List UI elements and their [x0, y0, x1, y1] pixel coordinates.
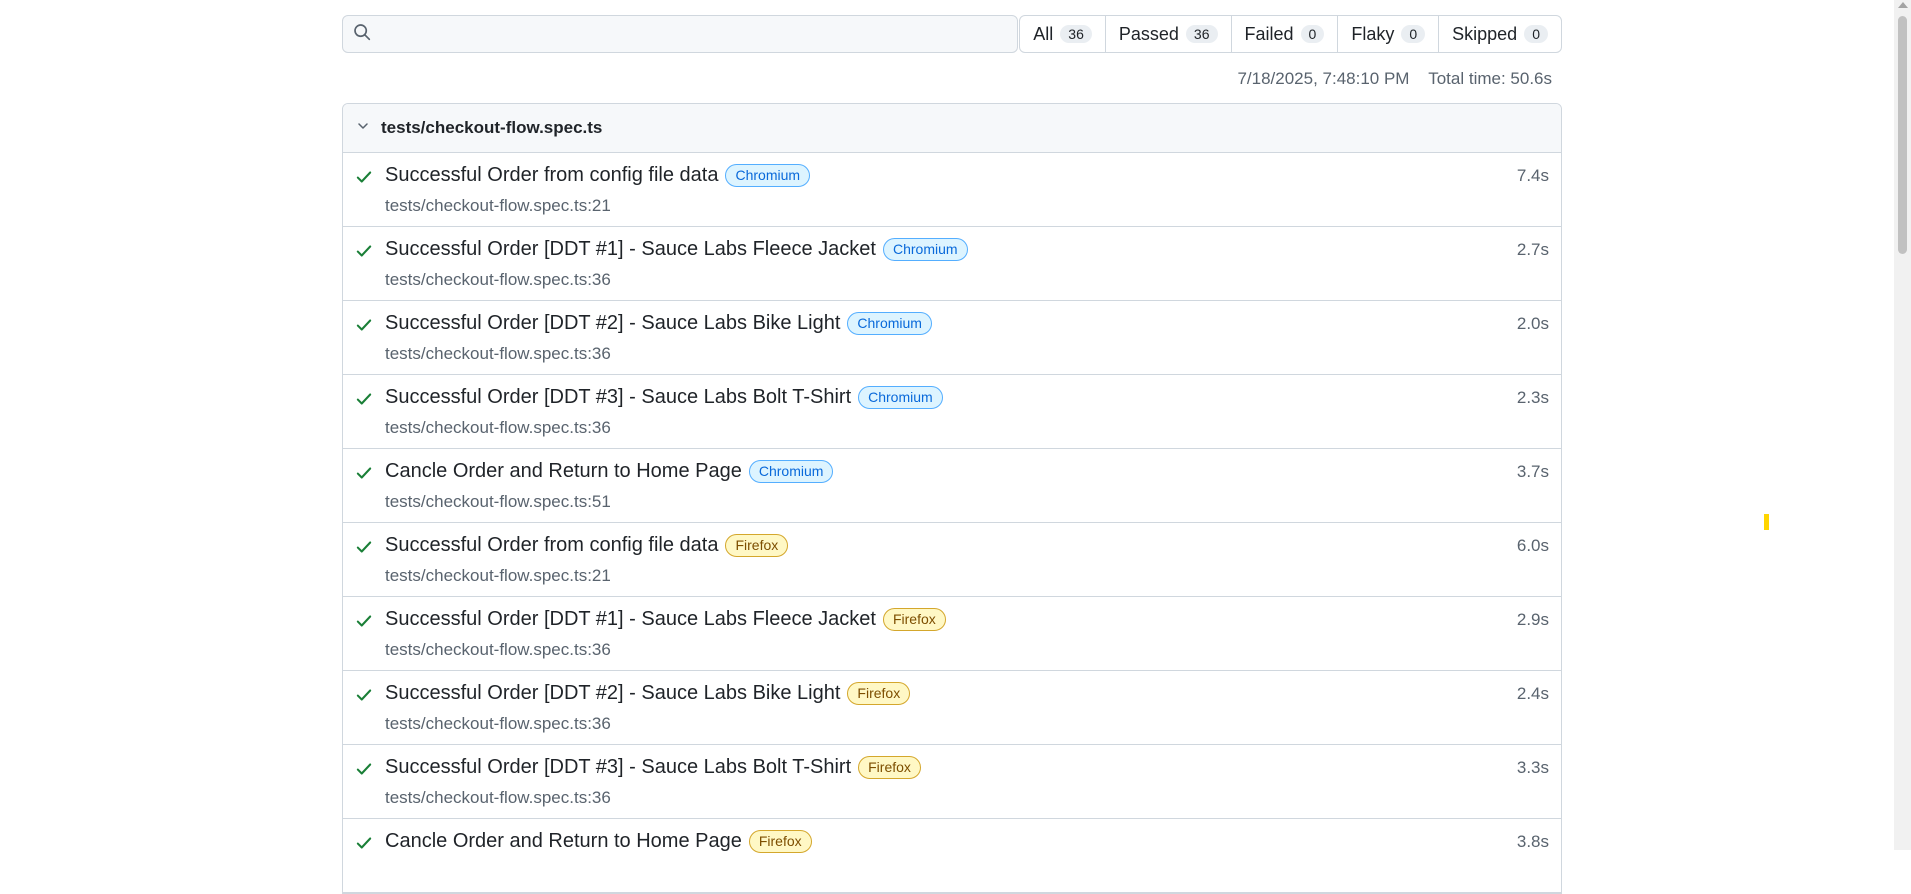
check-icon	[355, 760, 373, 778]
test-location: tests/checkout-flow.spec.ts:36	[385, 788, 611, 807]
filter-label: Skipped	[1452, 23, 1518, 44]
test-duration: 2.3s	[1516, 388, 1549, 407]
project-tag[interactable]: Chromium	[725, 164, 811, 187]
filter-label: Failed	[1244, 23, 1294, 44]
filter-count: 0	[1300, 25, 1325, 43]
test-duration: 2.7s	[1516, 240, 1549, 259]
test-duration: 3.8s	[1516, 832, 1549, 851]
test-row[interactable]: Cancle Order and Return to Home Page Chro…	[343, 449, 1561, 523]
test-duration: 6.0s	[1516, 536, 1549, 555]
test-title[interactable]: Successful Order [DDT #3] - Sauce Labs B…	[385, 756, 851, 779]
filter-label: All	[1033, 23, 1054, 44]
test-duration: 7.4s	[1516, 166, 1549, 185]
test-row[interactable]: Successful Order [DDT #1] - Sauce Labs F…	[343, 597, 1561, 671]
project-tag[interactable]: Chromium	[882, 238, 968, 261]
test-file-group: tests/checkout-flow.spec.ts Successful O…	[342, 103, 1562, 894]
vertical-scrollbar[interactable]	[1894, 0, 1911, 850]
file-header[interactable]: tests/checkout-flow.spec.ts	[343, 104, 1561, 153]
test-title-line: Successful Order [DDT #2] - Sauce Labs B…	[385, 682, 911, 705]
check-icon	[355, 316, 373, 334]
test-row[interactable]: Successful Order [DDT #3] - Sauce Labs B…	[343, 375, 1561, 449]
search-input[interactable]	[379, 15, 1017, 53]
check-icon	[355, 612, 373, 630]
test-location: tests/checkout-flow.spec.ts:36	[385, 714, 611, 733]
project-tag[interactable]: Firefox	[882, 608, 946, 631]
highlight-marker	[1764, 514, 1769, 530]
check-icon	[355, 390, 373, 408]
test-title[interactable]: Successful Order from config file data	[385, 164, 718, 187]
test-duration: 3.7s	[1516, 462, 1549, 481]
filter-label: Flaky	[1351, 23, 1395, 44]
test-title-line: Successful Order [DDT #1] - Sauce Labs F…	[385, 238, 968, 261]
test-row[interactable]: Cancle Order and Return to Home Page Fire…	[343, 819, 1561, 893]
test-row[interactable]: Successful Order [DDT #3] - Sauce Labs B…	[343, 745, 1561, 819]
search-icon	[353, 23, 371, 46]
total-time: Total time: 50.6s	[1428, 69, 1552, 88]
project-tag[interactable]: Chromium	[748, 460, 834, 483]
test-location: tests/checkout-flow.spec.ts:36	[385, 640, 611, 659]
test-location: tests/checkout-flow.spec.ts:21	[385, 196, 611, 215]
project-tag[interactable]: Chromium	[858, 386, 943, 409]
filter-all[interactable]: All 36	[1020, 16, 1105, 52]
check-icon	[355, 538, 373, 556]
check-icon	[355, 464, 373, 482]
filter-count: 36	[1185, 25, 1218, 43]
test-title[interactable]: Successful Order [DDT #2] - Sauce Labs B…	[385, 312, 840, 335]
test-duration: 2.9s	[1516, 610, 1549, 629]
check-icon	[355, 242, 373, 260]
search-box[interactable]	[342, 15, 1018, 53]
test-location: tests/checkout-flow.spec.ts:36	[385, 344, 611, 363]
test-duration: 2.4s	[1516, 684, 1549, 703]
run-timestamp: 7/18/2025, 7:48:10 PM	[1237, 69, 1410, 88]
check-icon	[355, 686, 373, 704]
run-metadata: 7/18/2025, 7:48:10 PM Total time: 50.6s	[342, 69, 1562, 89]
filter-count: 0	[1524, 25, 1548, 43]
test-title[interactable]: Successful Order [DDT #3] - Sauce Labs B…	[385, 386, 851, 409]
test-location: tests/checkout-flow.spec.ts:51	[385, 492, 611, 511]
test-row[interactable]: Successful Order [DDT #2] - Sauce Labs B…	[343, 671, 1561, 745]
file-title: tests/checkout-flow.spec.ts	[381, 118, 603, 137]
test-title-line: Successful Order [DDT #2] - Sauce Labs B…	[385, 312, 932, 335]
test-row[interactable]: Successful Order from config file data Fi…	[343, 523, 1561, 597]
test-duration: 2.0s	[1516, 314, 1549, 333]
status-filters: All 36 Passed 36 Failed 0 Flaky 0 Skipped 0	[1019, 15, 1562, 53]
report-container: All 36 Passed 36 Failed 0 Flaky 0 Skipped 0 7…	[342, 14, 1562, 894]
check-icon	[355, 834, 373, 852]
test-list: Successful Order from config file data Ch…	[343, 153, 1561, 893]
test-row[interactable]: Successful Order [DDT #1] - Sauce Labs F…	[343, 227, 1561, 301]
project-tag[interactable]: Chromium	[847, 312, 932, 335]
test-title[interactable]: Successful Order [DDT #1] - Sauce Labs F…	[385, 238, 876, 261]
test-location: tests/checkout-flow.spec.ts:36	[385, 270, 611, 289]
toolbar: All 36 Passed 36 Failed 0 Flaky 0 Skipped 0	[342, 14, 1562, 54]
test-row[interactable]: Successful Order from config file data Ch…	[343, 153, 1561, 227]
scrollbar-thumb[interactable]	[1898, 16, 1907, 254]
test-title-line: Successful Order [DDT #1] - Sauce Labs F…	[385, 608, 946, 631]
chevron-down-icon[interactable]	[355, 118, 371, 139]
project-tag[interactable]: Firefox	[725, 534, 789, 557]
project-tag[interactable]: Firefox	[847, 682, 911, 705]
test-title-line: Successful Order from config file data Ch…	[385, 164, 811, 187]
filter-passed[interactable]: Passed 36	[1104, 16, 1231, 52]
scroll-up-arrow-icon[interactable]	[1898, 2, 1908, 8]
test-row[interactable]: Successful Order [DDT #2] - Sauce Labs B…	[343, 301, 1561, 375]
filter-failed[interactable]: Failed 0	[1230, 16, 1338, 52]
test-location: tests/checkout-flow.spec.ts:36	[385, 418, 611, 437]
test-title-line: Successful Order from config file data Fi…	[385, 534, 789, 557]
project-tag[interactable]: Firefox	[858, 756, 921, 779]
test-title-line: Successful Order [DDT #3] - Sauce Labs B…	[385, 756, 921, 779]
test-location: tests/checkout-flow.spec.ts:21	[385, 566, 611, 585]
filter-skipped[interactable]: Skipped 0	[1438, 16, 1561, 52]
test-title[interactable]: Successful Order [DDT #2] - Sauce Labs B…	[385, 682, 840, 705]
test-title[interactable]: Successful Order [DDT #1] - Sauce Labs F…	[385, 608, 876, 631]
check-icon	[355, 168, 373, 186]
filter-label: Passed	[1118, 23, 1179, 44]
test-title-line: Successful Order [DDT #3] - Sauce Labs B…	[385, 386, 943, 409]
filter-count: 0	[1401, 25, 1426, 43]
test-title-line: Cancle Order and Return to Home Page Chro…	[385, 460, 834, 483]
test-duration: 3.3s	[1516, 758, 1549, 777]
filter-count: 36	[1060, 25, 1092, 43]
test-title[interactable]: Cancle Order and Return to Home Page	[385, 460, 742, 483]
filter-flaky[interactable]: Flaky 0	[1337, 16, 1438, 52]
test-title[interactable]: Successful Order from config file data	[385, 534, 718, 557]
